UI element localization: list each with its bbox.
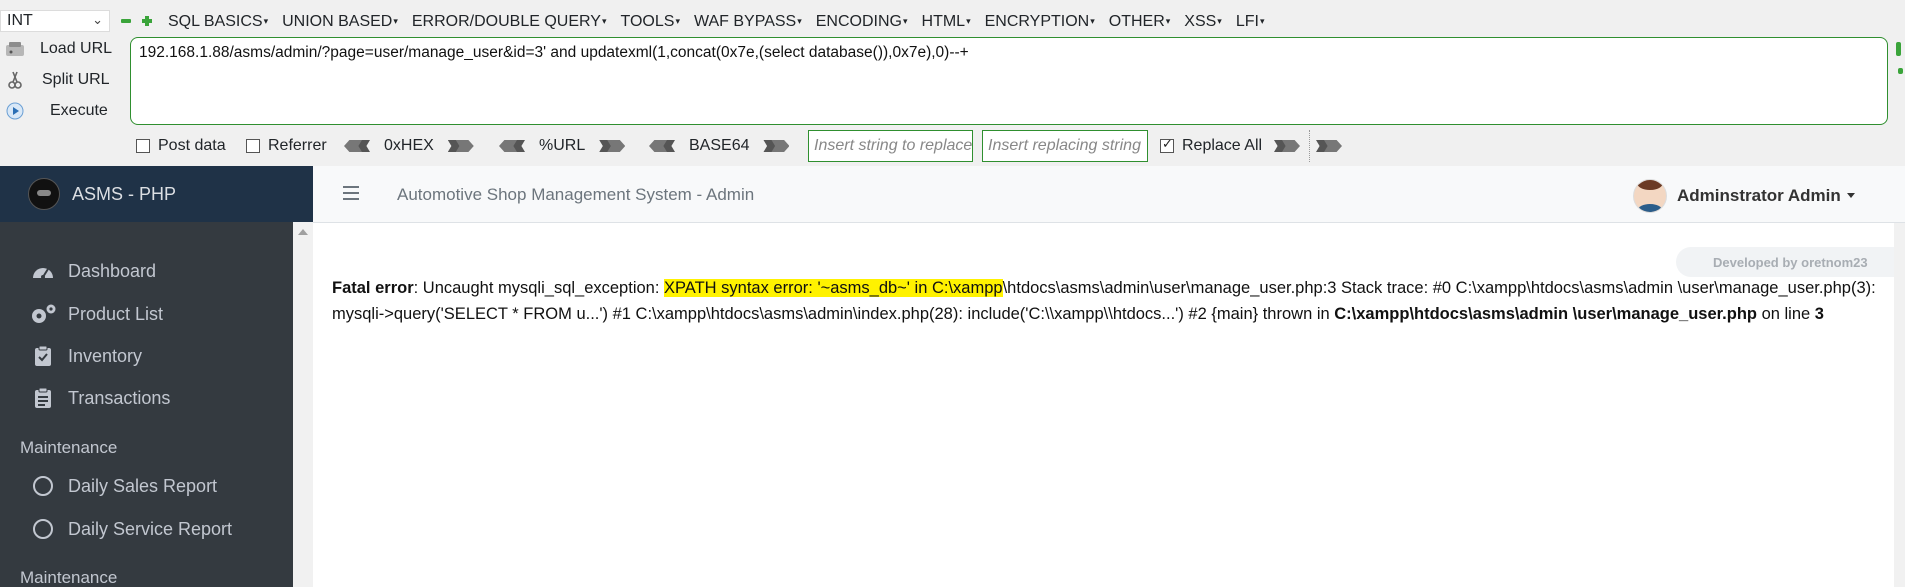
replace-arrow-button[interactable] xyxy=(1274,132,1302,160)
hackbar-menus: SQL BASICS UNION BASED ERROR/DOUBLE QUER… xyxy=(168,10,1278,32)
app-title: Automotive Shop Management System - Admi… xyxy=(397,185,755,204)
menu-other[interactable]: OTHER xyxy=(1109,10,1171,32)
sidebar-item-transactions[interactable]: Transactions xyxy=(28,387,170,409)
menu-tools[interactable]: TOOLS xyxy=(620,10,679,32)
chevron-down-icon: ⌄ xyxy=(92,12,103,27)
replacing-string-input[interactable]: Insert replacing string xyxy=(982,130,1148,162)
execute-button[interactable]: Execute xyxy=(4,98,108,124)
sidebar-item-inventory[interactable]: Inventory xyxy=(28,345,142,367)
error-label: Fatal error xyxy=(332,279,414,297)
execute-label: Execute xyxy=(50,102,108,119)
menu-html[interactable]: HTML xyxy=(922,10,971,32)
menu-encoding[interactable]: ENCODING xyxy=(816,10,908,32)
hamburger-menu-icon[interactable] xyxy=(343,186,359,200)
url-decode-arrow-icon[interactable] xyxy=(599,138,627,154)
disk-icon xyxy=(4,39,26,59)
scissors-icon xyxy=(4,70,26,90)
circle-icon xyxy=(28,518,58,540)
split-url-label: Split URL xyxy=(42,71,110,88)
replace-all-arrow-icon xyxy=(1316,138,1344,154)
clipboard-check-icon xyxy=(28,345,58,367)
hex-decode-arrow-icon[interactable] xyxy=(448,138,476,154)
developer-credit: Developed by oretnom23 xyxy=(1676,247,1905,277)
circle-icon xyxy=(28,475,58,497)
menu-error-double-query[interactable]: ERROR/DOUBLE QUERY xyxy=(412,10,607,32)
split-url-button[interactable]: Split URL xyxy=(4,67,110,93)
injection-type-value: INT xyxy=(7,12,33,29)
sidebar-item-label: Transactions xyxy=(68,387,171,408)
play-icon xyxy=(4,101,26,121)
checkbox-box xyxy=(246,139,260,153)
brand-link[interactable]: ASMS - PHP xyxy=(0,166,313,222)
edge-indicator xyxy=(1896,40,1905,80)
sidebar-item-label: Daily Service Report xyxy=(68,518,233,539)
avatar xyxy=(1633,179,1667,213)
load-url-button[interactable]: Load URL xyxy=(4,36,112,62)
url-encoder: %URL xyxy=(497,132,627,160)
page-scrollbar[interactable] xyxy=(1894,223,1905,587)
decrease-button[interactable] xyxy=(120,15,132,27)
nav-header-maintenance: Maintenance xyxy=(20,568,118,587)
increase-button[interactable] xyxy=(141,15,153,27)
sidebar-item-label: Product List xyxy=(68,303,164,324)
replace-all-checkbox[interactable]: Replace All xyxy=(1160,132,1262,160)
base64-encode-arrow-icon[interactable] xyxy=(647,138,675,154)
main-content: Developed by oretnom23 Fatal error: Unca… xyxy=(313,223,1905,587)
url-textarea[interactable]: 192.168.1.88/asms/admin/?page=user/manag… xyxy=(130,37,1888,125)
menu-waf-bypass[interactable]: WAF BYPASS xyxy=(694,10,802,32)
sidebar-scrollbar[interactable] xyxy=(293,222,313,587)
base64-label: BASE64 xyxy=(689,137,750,154)
nav-header-maintenance: Maintenance xyxy=(20,438,118,457)
replace-all-label: Replace All xyxy=(1182,137,1263,154)
sidebar-item-label: Dashboard xyxy=(68,260,157,281)
menu-lfi[interactable]: LFI xyxy=(1236,10,1265,32)
post-data-label: Post data xyxy=(158,137,226,154)
menu-xss[interactable]: XSS xyxy=(1184,10,1222,32)
highlighted-error-text: XPATH syntax error: '~asms_db~' in C:\xa… xyxy=(664,279,1003,297)
error-on-line-text: on line xyxy=(1756,305,1815,323)
base64-encoder: BASE64 xyxy=(647,132,791,160)
error-text: : Uncaught mysqli_sql_exception: xyxy=(413,279,665,297)
sidebar-item-dashboard[interactable]: Dashboard xyxy=(28,260,156,282)
hackbar-toolbar: INT ⌄ SQL BASICS UNION BASED ERROR/DOUBL… xyxy=(0,0,1905,166)
sidebar-item-daily-sales-report[interactable]: Daily Sales Report xyxy=(28,475,217,497)
sidebar-item-daily-service-report[interactable]: Daily Service Report xyxy=(28,518,232,540)
sidebar: ASMS - PHP Dashboard Product List Invent… xyxy=(0,166,313,587)
error-file: C:\xampp\htdocs\asms\admin \user\manage_… xyxy=(1334,305,1757,323)
replace-all-arrow-button[interactable] xyxy=(1316,132,1344,160)
hex-encoder: 0xHEX xyxy=(342,132,476,160)
insert-string-input[interactable]: Insert string to replace xyxy=(808,130,973,162)
url-encode-arrow-icon[interactable] xyxy=(497,138,525,154)
brand-logo-icon xyxy=(28,178,60,210)
referrer-checkbox[interactable]: Referrer xyxy=(246,132,327,160)
menu-union-based[interactable]: UNION BASED xyxy=(282,10,398,32)
referrer-label: Referrer xyxy=(268,137,327,154)
gauge-icon xyxy=(28,260,58,282)
load-url-label: Load URL xyxy=(40,40,113,57)
url-label: %URL xyxy=(539,137,586,154)
brand-name: ASMS - PHP xyxy=(72,183,177,204)
fatal-error-message: Fatal error: Uncaught mysqli_sql_excepti… xyxy=(332,275,1892,327)
replace-arrow-icon xyxy=(1274,138,1302,154)
hex-encode-arrow-icon[interactable] xyxy=(342,138,370,154)
user-name: Adminstrator Admin xyxy=(1677,186,1855,206)
separator xyxy=(1309,130,1310,162)
error-line-number: 3 xyxy=(1814,305,1824,323)
hex-label: 0xHEX xyxy=(384,137,434,154)
scroll-up-icon[interactable] xyxy=(298,229,308,235)
user-dropdown[interactable]: Adminstrator Admin xyxy=(1633,179,1855,213)
checkbox-box xyxy=(1160,136,1174,153)
sidebar-item-label: Daily Sales Report xyxy=(68,475,218,496)
clipboard-list-icon xyxy=(28,387,58,409)
sidebar-item-product-list[interactable]: Product List xyxy=(28,303,163,325)
sidebar-item-label: Inventory xyxy=(68,345,143,366)
menu-encryption[interactable]: ENCRYPTION xyxy=(985,10,1095,32)
top-navbar: Automotive Shop Management System - Admi… xyxy=(313,166,1905,223)
base64-decode-arrow-icon[interactable] xyxy=(763,138,791,154)
injection-type-select[interactable]: INT ⌄ xyxy=(0,10,110,32)
menu-sql-basics[interactable]: SQL BASICS xyxy=(168,10,268,32)
checkbox-box xyxy=(136,139,150,153)
cogs-icon xyxy=(28,303,58,325)
post-data-checkbox[interactable]: Post data xyxy=(136,132,226,160)
